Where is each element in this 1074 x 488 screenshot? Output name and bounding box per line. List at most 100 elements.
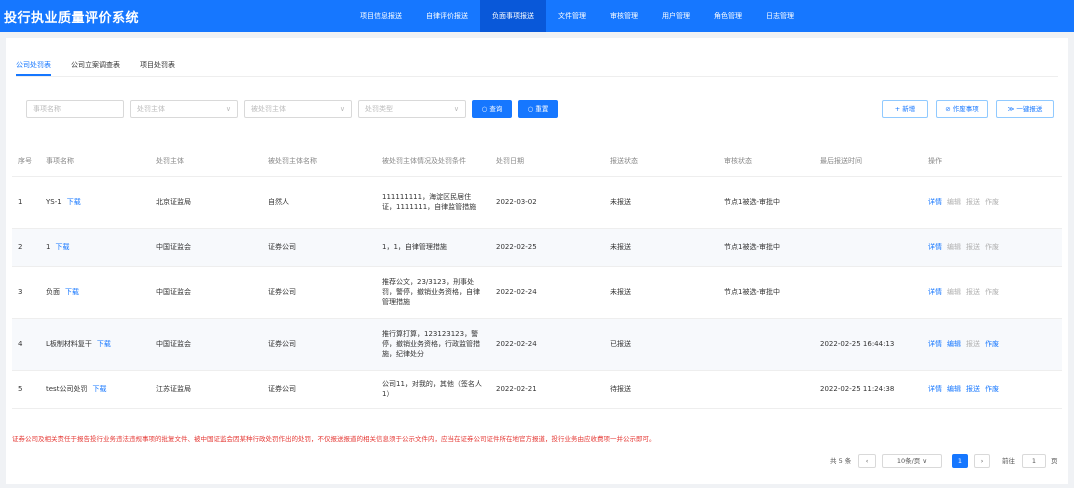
cell-name: 1 下载 — [40, 228, 150, 267]
add-button[interactable]: + 新增 — [882, 100, 928, 118]
cell-punished: 证券公司 — [262, 370, 376, 409]
cell-name: L板制材料复干 下载 — [40, 318, 150, 371]
submit-action[interactable]: 报送 — [966, 385, 980, 393]
punished-text: 自然人 — [268, 198, 289, 206]
tab-divider — [16, 76, 1058, 77]
nav-item-0[interactable]: 项目信息报送 — [348, 0, 414, 32]
type-select-placeholder: 处罚类型 — [365, 105, 393, 113]
void-action[interactable]: 作废 — [985, 340, 999, 348]
download-link[interactable]: 下载 — [67, 198, 81, 206]
chevron-right-icon: › — [980, 457, 984, 465]
tab-1[interactable]: 公司立案调查表 — [71, 60, 120, 76]
tab-bar: 公司处罚表 公司立案调查表 项目处罚表 — [16, 60, 195, 76]
nav-item-5[interactable]: 用户管理 — [650, 0, 702, 32]
subject-select[interactable]: 处罚主体 ∨ — [130, 100, 238, 118]
subject-text: 中国证监会 — [156, 340, 191, 348]
submit-status-text: 已报送 — [610, 340, 631, 348]
date-text: 2022-03-02 — [496, 198, 537, 206]
detail-action[interactable]: 详情 — [928, 385, 942, 393]
tab-0[interactable]: 公司处罚表 — [16, 60, 51, 76]
edit-action: 编辑 — [947, 198, 961, 206]
cell-review-status: 节点1被选-审批中 — [718, 176, 814, 229]
reset-button[interactable]: ○ 重置 — [518, 100, 558, 118]
nav-item-7[interactable]: 日志管理 — [754, 0, 806, 32]
batch-submit-button[interactable]: ≫ 一键报送 — [996, 100, 1054, 118]
void-action: 作废 — [985, 288, 999, 296]
nav-item-3[interactable]: 文件管理 — [546, 0, 598, 32]
column-header: 处罚主体 — [150, 146, 262, 177]
item-name: 负面 — [46, 288, 60, 296]
cell-date: 2022-02-24 — [490, 318, 604, 371]
edit-action[interactable]: 编辑 — [947, 340, 961, 348]
cell-date: 2022-03-02 — [490, 176, 604, 229]
page-1-button[interactable]: 1 — [952, 454, 968, 468]
submit-action: 报送 — [966, 198, 980, 206]
cell-no: 5 — [12, 370, 40, 409]
submit-status-text: 未报送 — [610, 243, 631, 251]
date-text: 2022-02-24 — [496, 288, 537, 296]
cell-date: 2022-02-25 — [490, 228, 604, 267]
cell-last-time — [814, 228, 922, 267]
cell-no: 2 — [12, 228, 40, 267]
detail-action[interactable]: 详情 — [928, 198, 942, 206]
nav-item-6[interactable]: 角色管理 — [702, 0, 754, 32]
table-header-row: 序号 事项名称 处罚主体 被处罚主体名称 被处罚主体情况及处罚条件 处罚日期 报送状态 审核状… — [12, 146, 1062, 177]
subject-text: 北京证监局 — [156, 198, 191, 206]
cell-no: 1 — [12, 176, 40, 229]
cell-subject: 中国证监会 — [150, 318, 262, 371]
goto-label: 前往 — [1002, 457, 1015, 465]
prev-page-button[interactable]: ‹ — [858, 454, 876, 468]
download-link[interactable]: 下载 — [65, 288, 79, 296]
punished-text: 证券公司 — [268, 243, 296, 251]
punished-select[interactable]: 被处罚主体 ∨ — [244, 100, 352, 118]
cell-actions: 详情 编辑 报送 作废 — [922, 176, 1062, 229]
table-row: 1 YS-1 下载 北京证监局 自然人 111111111，海淀区民居住证，1111111… — [12, 176, 1062, 229]
subject-text: 中国证监会 — [156, 243, 191, 251]
row-number: 5 — [18, 385, 23, 393]
goto-page-input[interactable]: 1 — [1022, 454, 1046, 468]
void-action: 作废 — [985, 243, 999, 251]
tab-2[interactable]: 项目处罚表 — [140, 60, 175, 76]
submit-status-text: 未报送 — [610, 288, 631, 296]
item-name: L板制材料复干 — [46, 340, 92, 348]
void-action[interactable]: 作废 — [985, 385, 999, 393]
nav-item-2[interactable]: 负面事项报送 — [480, 0, 546, 32]
table-row: 5 test公司处罚 下载 江苏证监局 证券公司 公司11，对我的，其他（签名人1） 202… — [12, 370, 1062, 409]
cell-no: 3 — [12, 266, 40, 319]
cell-detail: 推荐公文，23/3123，刑事处罚，警停，撤销业务资格，自律管理措施 — [376, 266, 490, 319]
cell-punished: 证券公司 — [262, 228, 376, 267]
detail-text: 1，1，自律管理措施 — [382, 243, 447, 251]
item-name: test公司处罚 — [46, 385, 88, 393]
type-select[interactable]: 处罚类型 ∨ — [358, 100, 466, 118]
page-unit-label: 页 — [1051, 457, 1058, 465]
void-items-button[interactable]: ⊘ 作废事项 — [936, 100, 988, 118]
detail-action[interactable]: 详情 — [928, 340, 942, 348]
download-link[interactable]: 下载 — [92, 385, 106, 393]
row-number: 4 — [18, 340, 23, 348]
name-search-input[interactable]: 事项名称 — [26, 100, 124, 118]
next-page-button[interactable]: › — [974, 454, 990, 468]
notice-text: 证券公司及相关责任于报告投行业务违法违规事项的批复文件、被中国证监会因某种行政处… — [12, 435, 656, 443]
cell-punished: 证券公司 — [262, 266, 376, 319]
column-header: 序号 — [12, 146, 40, 177]
download-link[interactable]: 下载 — [55, 243, 69, 251]
app-title: 投行执业质量评价系统 — [4, 11, 140, 26]
nav-item-1[interactable]: 自律评价报送 — [414, 0, 480, 32]
detail-text: 推荐公文，23/3123，刑事处罚，警停，撤销业务资格，自律管理措施 — [382, 278, 480, 306]
cell-actions: 详情 编辑 报送 作废 — [922, 370, 1062, 409]
page-size-select[interactable]: 10条/页 ∨ — [882, 454, 942, 468]
cell-review-status: 节点1被选-审批中 — [718, 266, 814, 319]
cell-last-time: 2022-02-25 11:24:38 — [814, 370, 922, 409]
column-header: 被处罚主体情况及处罚条件 — [376, 146, 490, 177]
edit-action[interactable]: 编辑 — [947, 385, 961, 393]
detail-action[interactable]: 详情 — [928, 243, 942, 251]
cell-submit-status: 未报送 — [604, 176, 718, 229]
download-link[interactable]: 下载 — [97, 340, 111, 348]
search-button[interactable]: ○ 查询 — [472, 100, 512, 118]
nav-item-4[interactable]: 审核管理 — [598, 0, 650, 32]
submit-status-text: 未报送 — [610, 198, 631, 206]
cell-actions: 详情 编辑 报送 作废 — [922, 228, 1062, 267]
detail-action[interactable]: 详情 — [928, 288, 942, 296]
date-text: 2022-02-25 — [496, 243, 537, 251]
subject-text: 中国证监会 — [156, 288, 191, 296]
